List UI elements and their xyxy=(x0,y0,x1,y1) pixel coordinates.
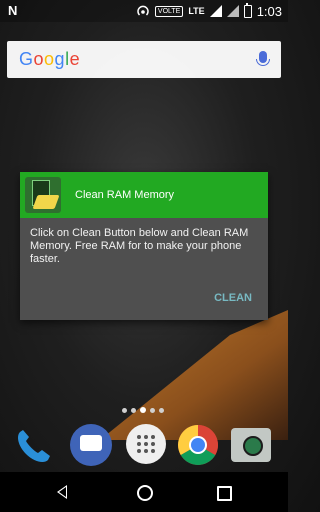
dock xyxy=(0,424,288,466)
phone-icon[interactable] xyxy=(14,428,54,464)
broom-icon xyxy=(32,195,60,209)
signal-icon-2 xyxy=(226,5,239,17)
navigation-bar xyxy=(0,472,288,512)
page-indicator xyxy=(122,407,164,413)
clock: 1:03 xyxy=(256,3,282,19)
camera-icon[interactable] xyxy=(231,428,271,462)
battery-icon xyxy=(243,2,252,18)
home-icon[interactable] xyxy=(137,485,153,501)
hotspot-icon xyxy=(137,5,149,16)
page-dot xyxy=(150,407,155,413)
page-dot xyxy=(131,407,136,413)
dialog-message: Click on Clean Button below and Clean RA… xyxy=(30,227,249,265)
status-icons: VOLTE LTE 1:03 xyxy=(136,2,282,19)
page-dot xyxy=(159,407,164,413)
notification-icon: N xyxy=(8,3,18,18)
camera-lens-icon xyxy=(243,436,263,456)
mic-icon[interactable] xyxy=(256,51,270,66)
volte-badge: VOLTE xyxy=(154,5,184,17)
google-logo: Google xyxy=(19,49,81,69)
page-dot xyxy=(122,407,127,413)
back-icon[interactable] xyxy=(57,485,67,499)
recents-icon[interactable] xyxy=(217,486,232,501)
page-dot-active xyxy=(140,407,146,413)
chrome-icon[interactable] xyxy=(177,424,219,466)
google-search-bar[interactable]: Google xyxy=(7,41,281,78)
dialog-title: Clean RAM Memory xyxy=(75,189,175,201)
status-bar: N VOLTE LTE 1:03 xyxy=(0,0,288,22)
ram-cleaner-app-icon xyxy=(25,177,61,213)
message-bubble-icon xyxy=(80,435,102,451)
clean-button[interactable]: CLEAN xyxy=(214,292,252,304)
app-drawer-icon[interactable] xyxy=(126,424,166,464)
wallpaper-hill xyxy=(100,310,288,440)
signal-icon xyxy=(209,5,222,17)
dialog-header: Clean RAM Memory xyxy=(20,172,268,218)
lte-indicator: LTE xyxy=(188,6,205,16)
grid-icon xyxy=(137,435,155,453)
messages-icon[interactable] xyxy=(70,424,112,466)
clean-ram-dialog: Clean RAM Memory Click on Clean Button b… xyxy=(20,172,268,320)
